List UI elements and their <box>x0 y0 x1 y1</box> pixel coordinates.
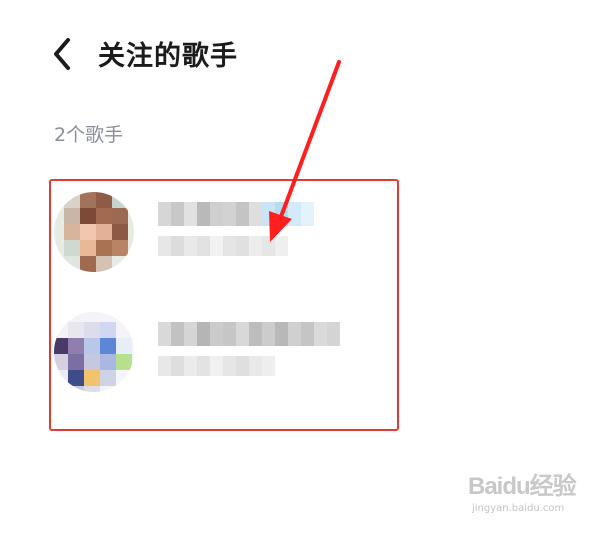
back-button[interactable] <box>46 36 80 72</box>
singer-avatar <box>54 312 134 392</box>
page-title: 关注的歌手 <box>98 41 238 72</box>
singer-name-blurred <box>158 202 314 226</box>
singer-avatar <box>54 192 134 272</box>
watermark-url: jingyan.baidu.com <box>472 503 565 514</box>
watermark-logo: Baidu经验 <box>468 473 577 500</box>
singer-item[interactable] <box>54 186 394 306</box>
baidu-jingyan-watermark: Baidu经验 jingyan.baidu.com <box>468 466 593 526</box>
singer-name-blurred <box>158 322 340 346</box>
singer-desc-blurred <box>158 356 275 376</box>
chevron-left-icon <box>54 38 70 70</box>
singer-item[interactable] <box>54 306 394 426</box>
page-header: 关注的歌手 <box>0 0 605 100</box>
singer-list <box>54 186 394 426</box>
singer-count: 2个歌手 <box>54 124 124 146</box>
singer-desc-blurred <box>158 236 288 256</box>
